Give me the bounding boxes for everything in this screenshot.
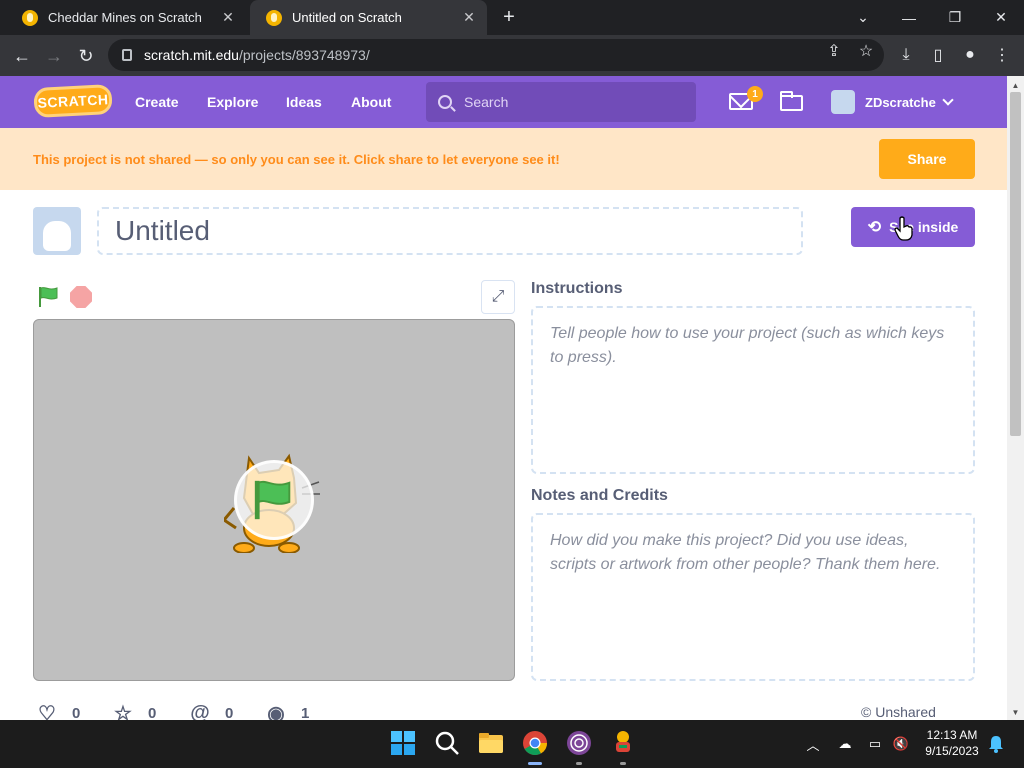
notes-heading: Notes and Credits bbox=[531, 487, 668, 504]
window-close-icon[interactable]: ✕ bbox=[978, 0, 1024, 35]
project-author-avatar[interactable] bbox=[33, 207, 81, 255]
green-flag-icon bbox=[254, 480, 291, 520]
nav-explore-link[interactable]: Explore bbox=[207, 76, 258, 128]
start-green-flag-overlay[interactable] bbox=[234, 460, 314, 540]
nav-about-link[interactable]: About bbox=[351, 76, 391, 128]
tab-title: Cheddar Mines on Scratch bbox=[48, 10, 202, 25]
lock-icon[interactable] bbox=[122, 49, 132, 61]
notes-box bbox=[531, 513, 975, 681]
see-inside-icon: ⟲ bbox=[867, 219, 882, 236]
windows-start-icon[interactable] bbox=[390, 730, 416, 756]
notification-bell-icon[interactable] bbox=[988, 735, 1004, 753]
reload-icon[interactable]: ↻ bbox=[72, 42, 100, 70]
app-character-icon[interactable] bbox=[610, 730, 636, 756]
clock-date: 9/15/2023 bbox=[925, 744, 979, 758]
address-bar[interactable]: scratch.mit.edu/projects/893748973/ bbox=[108, 39, 884, 71]
my-stuff-folder-icon[interactable] bbox=[780, 91, 803, 111]
tab-search-chevron-icon[interactable]: ⌄ bbox=[840, 0, 886, 35]
project-stage[interactable] bbox=[33, 319, 515, 681]
browser-toolbar: ← → ↻ scratch.mit.edu/projects/893748973… bbox=[0, 35, 1024, 76]
scratch-favicon-icon bbox=[266, 9, 282, 26]
message-count-badge: 1 bbox=[747, 86, 763, 102]
account-dropdown-caret-icon[interactable] bbox=[942, 94, 954, 106]
onedrive-cloud-icon[interactable]: ☁ bbox=[836, 735, 854, 753]
profile-icon[interactable]: ● bbox=[958, 43, 982, 67]
love-count: 0 bbox=[72, 704, 81, 722]
nav-create-link[interactable]: Create bbox=[135, 76, 179, 128]
username-label[interactable]: ZDscratche bbox=[865, 76, 936, 128]
views-count: 1 bbox=[301, 704, 310, 722]
scratch-favicon-icon bbox=[22, 9, 38, 26]
not-shared-banner: This project is not shared — so only you… bbox=[0, 128, 1007, 190]
clock-time: 12:13 AM bbox=[926, 728, 978, 742]
chrome-menu-icon[interactable]: ⋮ bbox=[990, 43, 1014, 67]
stop-sign-icon[interactable] bbox=[70, 286, 92, 308]
volume-muted-icon[interactable]: 🔇 bbox=[892, 735, 910, 753]
show-hidden-icons-chevron-icon[interactable]: ︿ bbox=[804, 735, 822, 753]
tor-browser-icon[interactable] bbox=[566, 730, 592, 756]
browser-tab-strip: Cheddar Mines on Scratch ✕ Untitled on S… bbox=[0, 0, 1024, 35]
url-text: scratch.mit.edu/projects/893748973/ bbox=[144, 47, 370, 63]
app-running-indicator bbox=[620, 762, 626, 765]
tab-title: Untitled on Scratch bbox=[292, 10, 402, 25]
forward-arrow-icon[interactable]: → bbox=[40, 42, 68, 70]
instructions-heading: Instructions bbox=[531, 280, 623, 297]
new-tab-icon[interactable]: + bbox=[497, 5, 521, 29]
scratch-navbar: SCRATCH Create Explore Ideas About ZDscr… bbox=[0, 76, 1007, 128]
scroll-up-arrow-icon[interactable]: ▲ bbox=[1007, 78, 1024, 92]
file-explorer-icon[interactable] bbox=[478, 730, 504, 756]
fullscreen-icon[interactable]: ⤢ bbox=[481, 280, 515, 314]
share-button[interactable]: Share bbox=[879, 139, 975, 179]
tor-running-indicator bbox=[576, 762, 582, 765]
tab-close-icon[interactable]: ✕ bbox=[461, 9, 477, 26]
search-icon bbox=[438, 95, 452, 109]
scroll-down-arrow-icon[interactable]: ▼ bbox=[1007, 705, 1024, 719]
share-status-label: © Unshared bbox=[861, 704, 936, 720]
url-path: /projects/893748973/ bbox=[238, 47, 370, 63]
restore-icon[interactable]: ❐ bbox=[932, 0, 978, 35]
search-input[interactable] bbox=[464, 94, 684, 110]
bookmark-star-icon[interactable]: ☆ bbox=[854, 39, 878, 63]
system-clock[interactable]: 12:13 AM 9/15/2023 bbox=[916, 727, 988, 759]
scratch-logo[interactable]: SCRATCH bbox=[33, 83, 113, 119]
remix-count: 0 bbox=[225, 704, 234, 722]
browser-tab-untitled[interactable]: Untitled on Scratch ✕ bbox=[250, 0, 487, 35]
scrollbar-thumb[interactable] bbox=[1010, 92, 1021, 436]
search-bar bbox=[426, 82, 696, 122]
hand-pointer-cursor-icon bbox=[894, 216, 913, 241]
side-panel-icon[interactable]: ▯ bbox=[926, 43, 950, 67]
chrome-icon[interactable] bbox=[522, 730, 548, 756]
url-host: scratch.mit.edu bbox=[144, 47, 239, 63]
share-page-icon[interactable]: ⇪ bbox=[822, 39, 846, 63]
back-arrow-icon[interactable]: ← bbox=[8, 42, 36, 70]
instructions-box bbox=[531, 306, 975, 474]
favorite-count: 0 bbox=[148, 704, 157, 722]
browser-tab-cheddar-mines[interactable]: Cheddar Mines on Scratch ✕ bbox=[6, 0, 246, 35]
download-icon[interactable]: ⤓ bbox=[894, 43, 918, 67]
user-avatar[interactable] bbox=[831, 90, 855, 114]
instructions-textarea[interactable] bbox=[550, 322, 956, 458]
green-flag-icon[interactable] bbox=[37, 286, 61, 308]
project-title-input[interactable] bbox=[97, 207, 803, 255]
nav-ideas-link[interactable]: Ideas bbox=[286, 76, 322, 128]
taskbar-search-icon[interactable] bbox=[434, 730, 460, 756]
chrome-active-indicator bbox=[528, 762, 542, 765]
minimize-icon[interactable]: — bbox=[886, 0, 932, 35]
banner-message: This project is not shared — so only you… bbox=[33, 151, 560, 167]
tab-close-icon[interactable]: ✕ bbox=[220, 9, 236, 26]
notes-textarea[interactable] bbox=[550, 529, 956, 665]
network-display-icon[interactable]: ▭ bbox=[866, 735, 884, 753]
